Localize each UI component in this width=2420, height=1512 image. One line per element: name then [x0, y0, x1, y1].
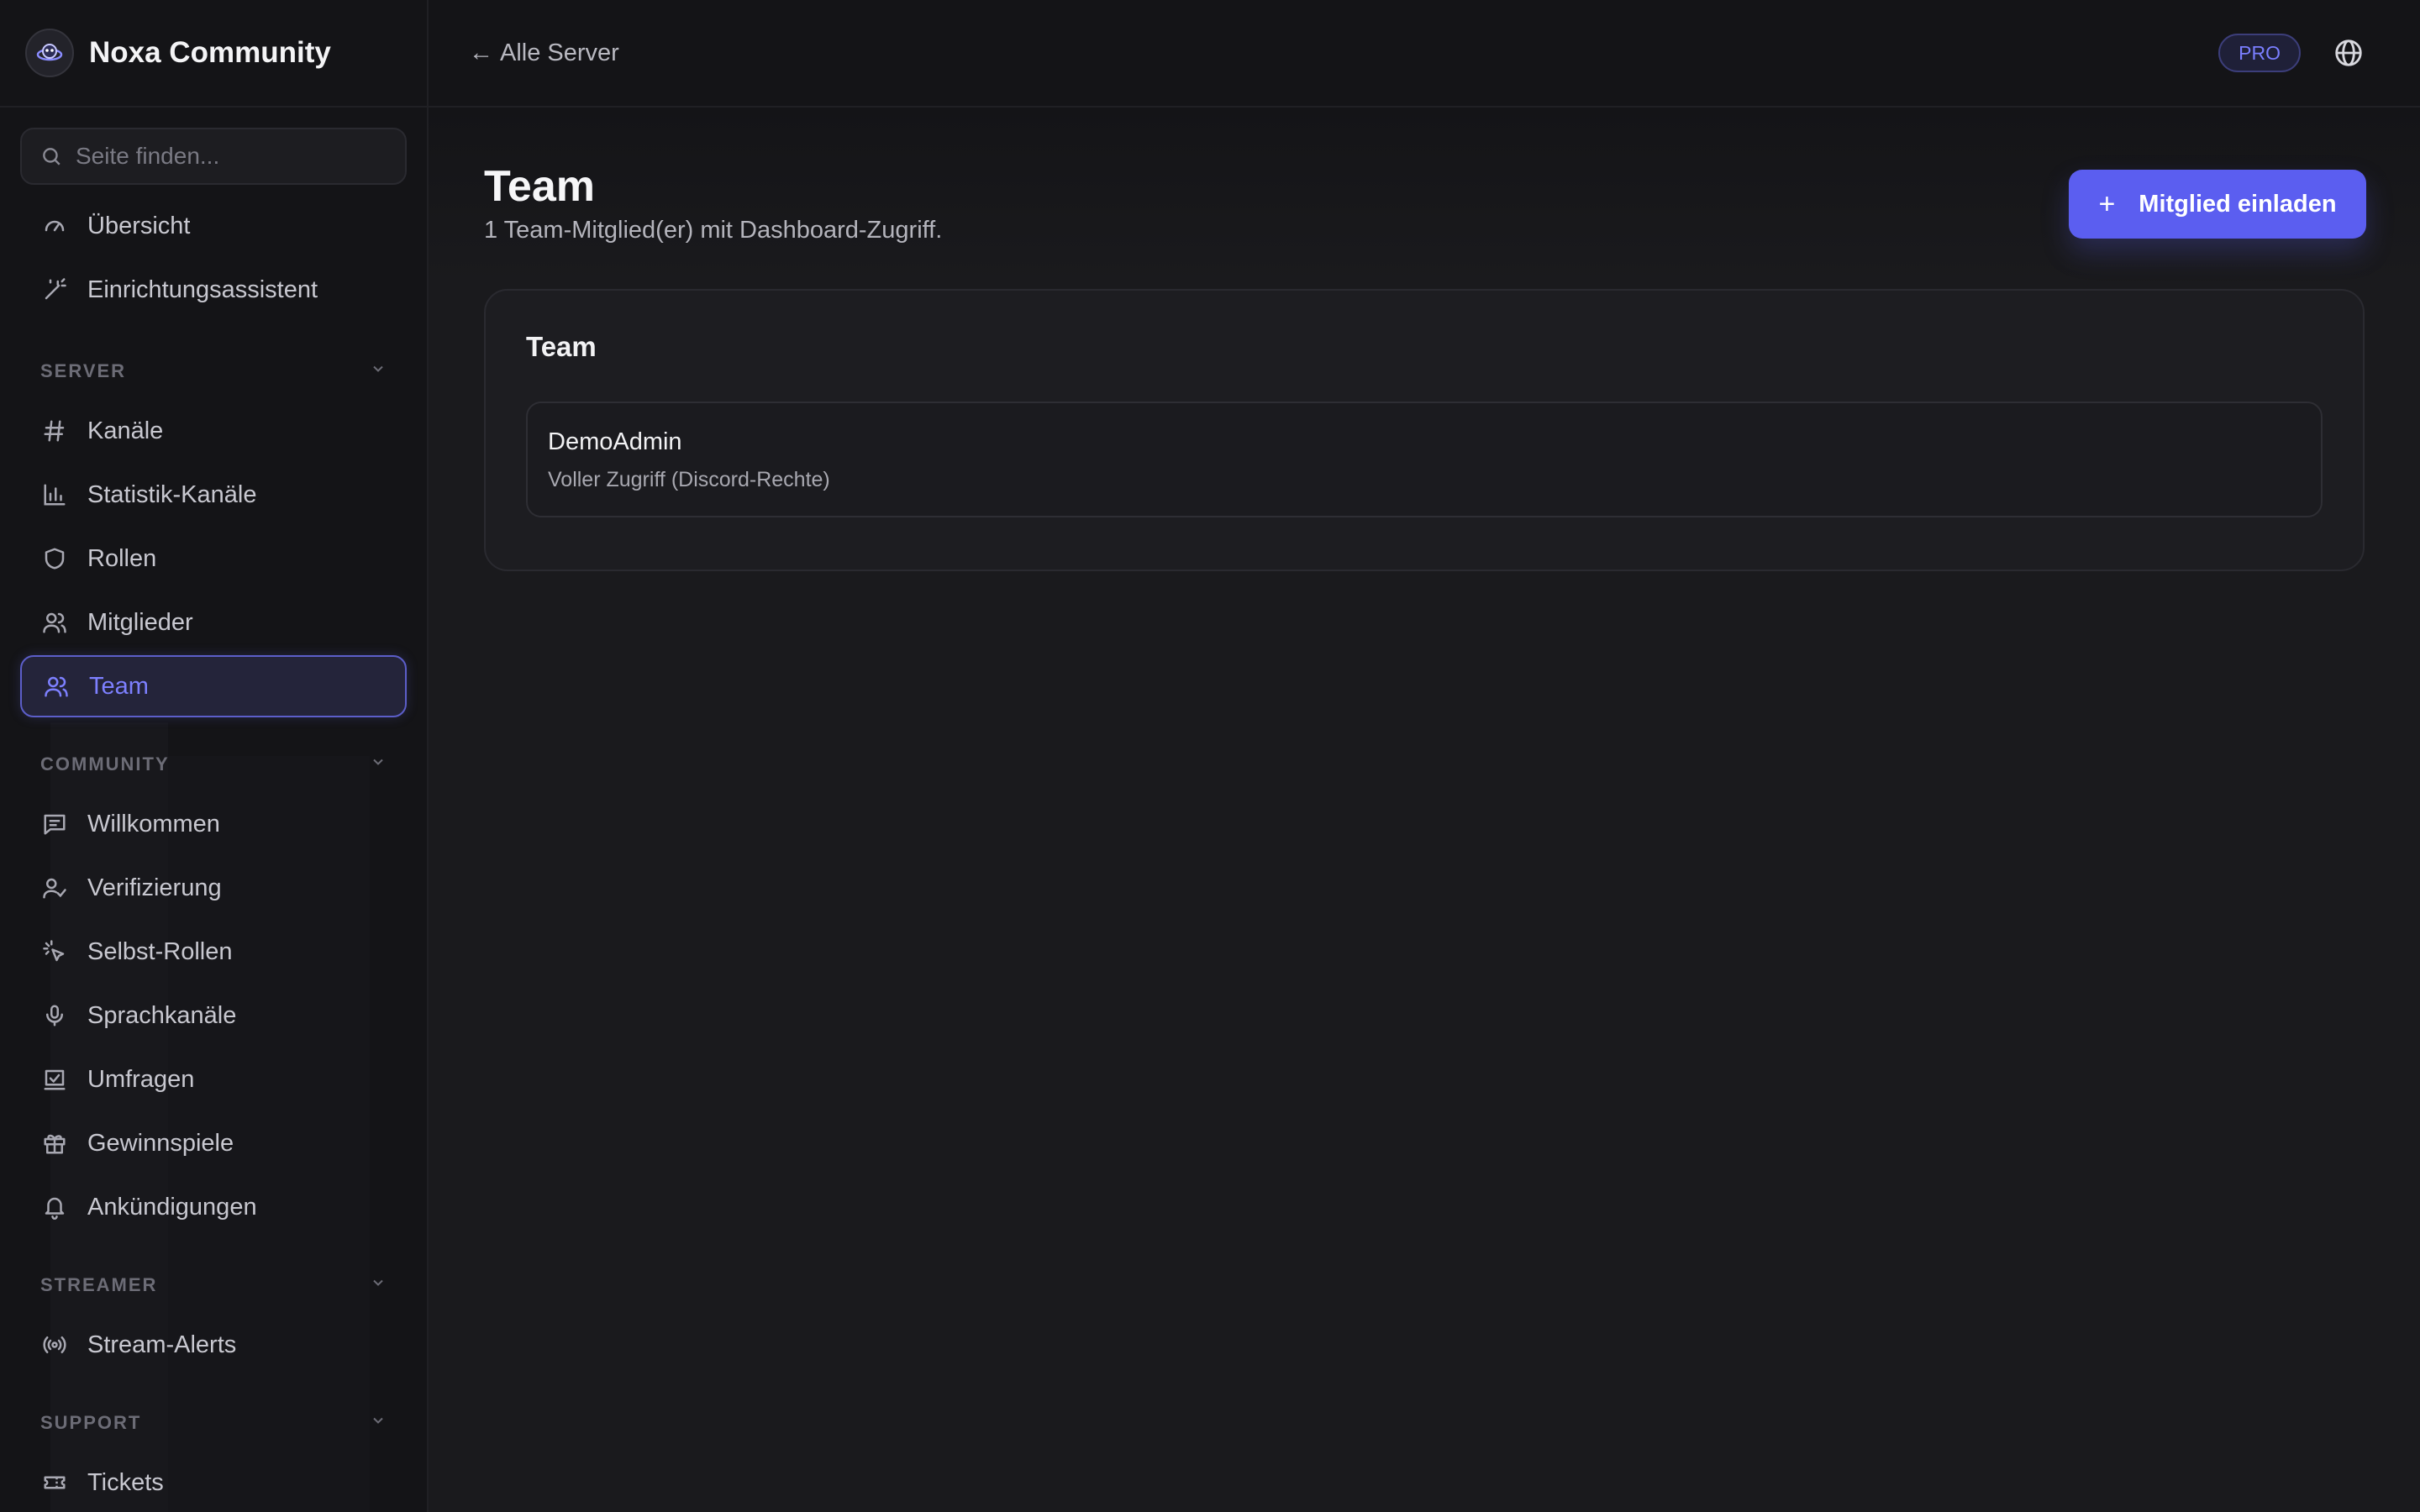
- sidebar-item-label: Sprachkanäle: [87, 1001, 237, 1029]
- section-title: COMMUNITY: [40, 753, 170, 774]
- message-icon: [40, 810, 69, 838]
- app-window: Noxa Community Übersicht Einrichtungsass…: [0, 0, 2420, 1512]
- sidebar-item-mitglieder[interactable]: Mitglieder: [20, 591, 407, 654]
- sidebar-item-kanaele[interactable]: Kanäle: [20, 400, 407, 462]
- users-icon: [42, 672, 71, 701]
- microphone-icon: [40, 1001, 69, 1030]
- top-bar: ← Alle Server PRO: [429, 0, 2420, 108]
- pro-badge: PRO: [2218, 34, 2301, 72]
- sidebar-item-ankuendigungen[interactable]: Ankündigungen: [20, 1176, 407, 1238]
- bar-chart-icon: [40, 480, 69, 509]
- section-title: STREAMER: [40, 1274, 158, 1295]
- back-label: Alle Server: [500, 39, 619, 66]
- sidebar-item-tickets[interactable]: Tickets: [20, 1452, 407, 1512]
- sidebar-item-uebersicht[interactable]: Übersicht: [20, 195, 407, 257]
- globe-icon[interactable]: [2333, 37, 2365, 69]
- sidebar-item-label: Statistik-Kanäle: [87, 480, 257, 508]
- sidebar: Noxa Community Übersicht Einrichtungsass…: [0, 0, 429, 1512]
- sidebar-item-label: Selbst-Rollen: [87, 937, 233, 965]
- section-header-server[interactable]: SERVER: [20, 346, 407, 396]
- chevron-down-icon: [370, 753, 387, 775]
- sidebar-item-label: Tickets: [87, 1468, 164, 1496]
- broadcast-icon: [40, 1331, 69, 1359]
- brand-name: Noxa Community: [89, 36, 331, 69]
- sidebar-item-label: Umfragen: [87, 1065, 195, 1093]
- team-card: Team DemoAdmin Voller Zugriff (Discord-R…: [484, 289, 2365, 571]
- hash-icon: [40, 417, 69, 445]
- chevron-down-icon: [370, 360, 387, 382]
- member-role: Voller Zugriff (Discord-Rechte): [548, 468, 830, 491]
- users-icon: [40, 608, 69, 637]
- search-box[interactable]: [20, 128, 407, 185]
- sidebar-item-label: Team: [89, 672, 149, 700]
- search-icon: [43, 148, 60, 165]
- shield-icon: [40, 544, 69, 573]
- sidebar-item-label: Übersicht: [87, 212, 191, 239]
- sidebar-item-rollen[interactable]: Rollen: [20, 528, 407, 590]
- sidebar-item-gewinnspiele[interactable]: Gewinnspiele: [20, 1112, 407, 1174]
- sidebar-item-team[interactable]: Team: [20, 655, 407, 717]
- sidebar-item-label: Gewinnspiele: [87, 1129, 234, 1157]
- invite-member-button[interactable]: + Mitglied einladen: [2069, 170, 2366, 239]
- user-check-icon: [40, 874, 69, 902]
- sidebar-item-einrichtungsassistent[interactable]: Einrichtungsassistent: [20, 259, 407, 321]
- sidebar-item-label: Stream-Alerts: [87, 1331, 237, 1358]
- arrow-left-icon: ←: [469, 39, 493, 66]
- chevron-down-icon: [370, 1274, 387, 1296]
- section-header-streamer[interactable]: STREAMER: [20, 1260, 407, 1310]
- sidebar-item-label: Einrichtungsassistent: [87, 276, 318, 303]
- section-header-community[interactable]: COMMUNITY: [20, 739, 407, 790]
- sidebar-item-label: Mitglieder: [87, 608, 193, 636]
- sidebar-item-label: Rollen: [87, 544, 157, 572]
- sidebar-item-statistik-kanaele[interactable]: Statistik-Kanäle: [20, 464, 407, 526]
- poll-icon: [40, 1065, 69, 1094]
- sidebar-item-label: Kanäle: [87, 417, 164, 444]
- member-name: DemoAdmin: [548, 428, 682, 455]
- section-title: SUPPORT: [40, 1412, 142, 1433]
- chevron-down-icon: [370, 1412, 387, 1434]
- bell-icon: [40, 1193, 69, 1221]
- pointer-click-icon: [40, 937, 69, 966]
- page-header: Team 1 Team-Mitglied(er) mit Dashboard-Z…: [429, 108, 2420, 284]
- brand-header[interactable]: Noxa Community: [0, 0, 427, 108]
- top-bar-actions: PRO: [2218, 34, 2365, 72]
- plus-icon: +: [2098, 187, 2116, 220]
- sidebar-item-sprachkanaele[interactable]: Sprachkanäle: [20, 984, 407, 1047]
- sidebar-item-verifizierung[interactable]: Verifizierung: [20, 857, 407, 919]
- back-to-servers-link[interactable]: ← Alle Server: [469, 39, 619, 67]
- main-content: ← Alle Server PRO Team 1 Team-Mitglied(e…: [429, 0, 2420, 1512]
- magic-wand-icon: [40, 276, 69, 304]
- card-title: Team: [526, 331, 597, 362]
- invite-member-label: Mitglied einladen: [2139, 190, 2337, 218]
- sidebar-item-stream-alerts[interactable]: Stream-Alerts: [20, 1314, 407, 1376]
- sidebar-item-willkommen[interactable]: Willkommen: [20, 793, 407, 855]
- sidebar-item-label: Willkommen: [87, 810, 220, 837]
- section-header-support[interactable]: SUPPORT: [20, 1398, 407, 1448]
- gift-icon: [40, 1129, 69, 1158]
- sidebar-nav: Übersicht Einrichtungsassistent SERVER K…: [0, 195, 427, 1512]
- search-input[interactable]: [76, 143, 405, 170]
- sidebar-item-selbst-rollen[interactable]: Selbst-Rollen: [20, 921, 407, 983]
- section-title: SERVER: [40, 360, 127, 381]
- gauge-icon: [40, 212, 69, 240]
- brand-logo-icon: [25, 29, 74, 77]
- team-member-row[interactable]: DemoAdmin Voller Zugriff (Discord-Rechte…: [526, 402, 2323, 517]
- ticket-icon: [40, 1468, 69, 1497]
- sidebar-item-label: Ankündigungen: [87, 1193, 257, 1221]
- sidebar-item-label: Verifizierung: [87, 874, 222, 901]
- sidebar-item-umfragen[interactable]: Umfragen: [20, 1048, 407, 1110]
